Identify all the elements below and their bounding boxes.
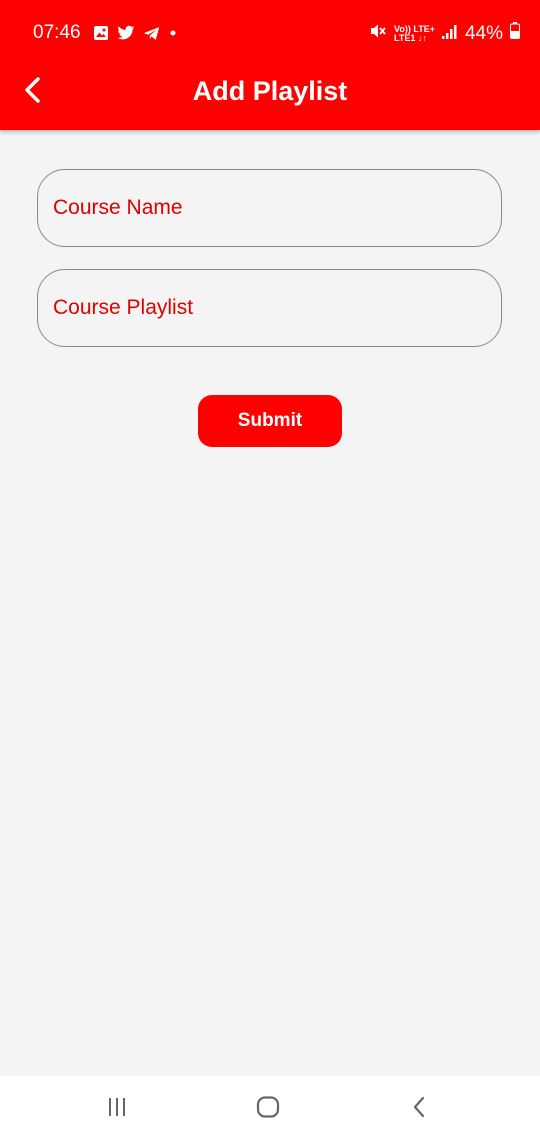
course-playlist-input[interactable]: [38, 270, 501, 346]
course-name-input[interactable]: [38, 170, 501, 246]
gallery-icon: [93, 25, 109, 41]
submit-button[interactable]: Submit: [198, 395, 342, 447]
network-indicator: Vo)) LTE+ LTE1 ↓↑: [394, 24, 435, 43]
recent-apps-icon: [106, 1097, 128, 1122]
home-icon: [256, 1095, 280, 1123]
status-left: 07:46: [33, 22, 178, 44]
course-playlist-field[interactable]: [37, 269, 502, 347]
telegram-icon: [143, 26, 160, 41]
status-right: Vo)) LTE+ LTE1 ↓↑ 44%: [369, 22, 520, 45]
page-title: Add Playlist: [192, 76, 348, 106]
course-name-field[interactable]: [37, 169, 502, 247]
network-bottom-label: LTE1 ↓↑: [394, 32, 427, 43]
notification-dot-icon: [168, 28, 178, 38]
system-back-button[interactable]: [404, 1096, 434, 1122]
status-time: 07:46: [33, 22, 81, 43]
battery-level: 44%: [464, 22, 503, 44]
signal-icon: [441, 23, 458, 45]
back-icon: [411, 1096, 427, 1123]
status-bar: 07:46 Vo)) LTE+ LTE1 ↓↑ 44%: [0, 0, 540, 68]
system-nav-bar: [0, 1076, 540, 1140]
mute-icon: [369, 23, 387, 45]
app-bar: Add Playlist: [0, 68, 540, 118]
recent-apps-button[interactable]: [102, 1096, 132, 1122]
twitter-icon: [116, 25, 135, 41]
header: 07:46 Vo)) LTE+ LTE1 ↓↑ 44% Add Playlist: [0, 0, 540, 130]
battery-icon: [510, 22, 520, 45]
home-button[interactable]: [253, 1095, 283, 1123]
